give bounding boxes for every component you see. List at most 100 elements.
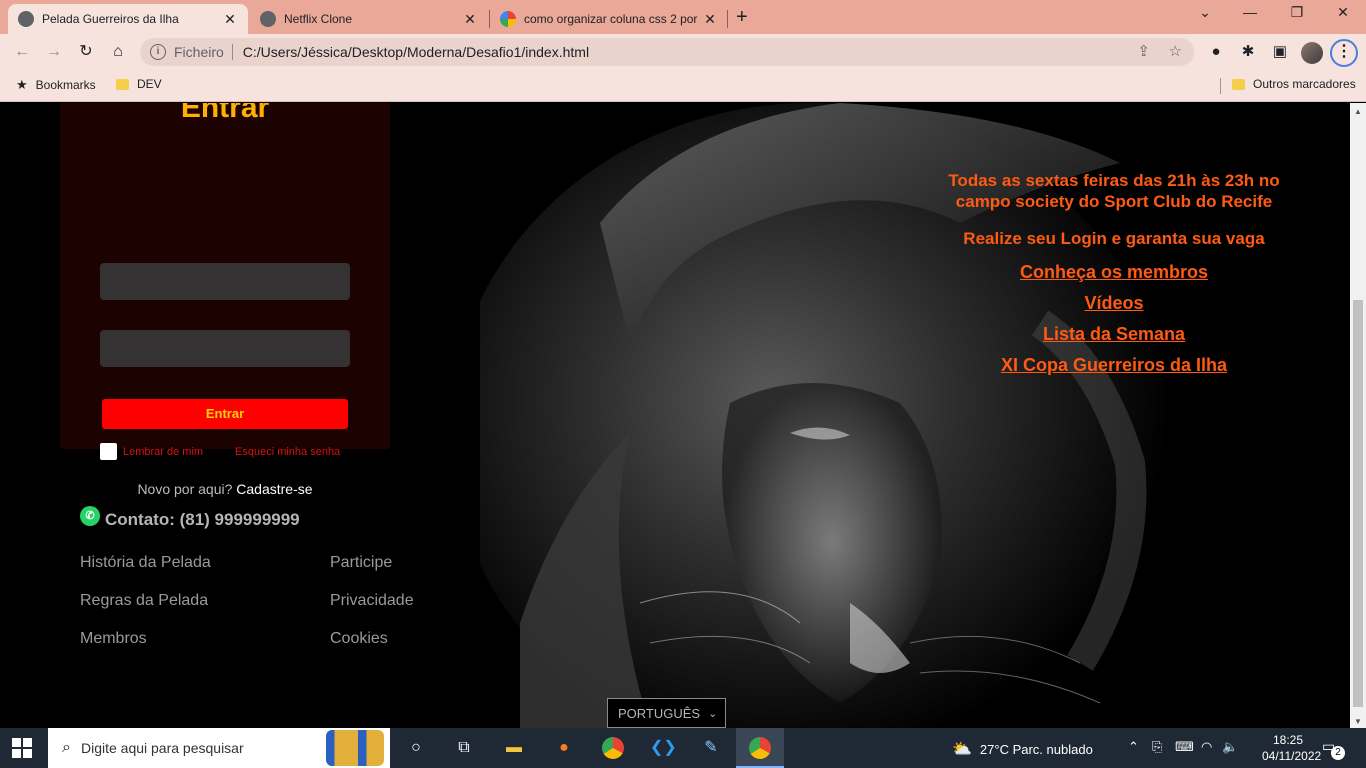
contact-line: ✆ Contato: (81) 999999999	[80, 506, 300, 530]
clock-date: 04/11/2022	[1262, 749, 1322, 763]
tab-title: como organizar coluna css 2 por	[524, 12, 698, 26]
chrome-icon	[749, 737, 771, 759]
notification-badge: 2	[1331, 746, 1345, 760]
google-icon	[500, 11, 516, 27]
link-cup[interactable]: XI Copa Guerreiros da Ilha	[944, 350, 1284, 381]
chevron-up-icon[interactable]: ⌃	[1128, 739, 1139, 755]
browser-toolbar: ← → ↻ ⌂ i Ficheiro C:/Users/Jéssica/Desk…	[0, 34, 1366, 70]
search-highlight-image[interactable]	[326, 730, 384, 766]
wifi-icon[interactable]: ◠	[1201, 739, 1212, 755]
keyboard-icon[interactable]: ⌨	[1175, 739, 1194, 755]
tab-title: Netflix Clone	[284, 12, 353, 26]
weather-widget[interactable]: ⛅ 27°C Parc. nublado	[952, 739, 1093, 759]
new-tab-button[interactable]: +	[736, 6, 748, 29]
close-tab-icon[interactable]: ✕	[702, 11, 718, 28]
link-week-list[interactable]: Lista da Semana	[944, 319, 1284, 350]
remember-me[interactable]: Lembrar de mim	[100, 443, 203, 460]
page-scrollbar[interactable]: ▲ ▼	[1350, 103, 1366, 728]
page-viewport: Entrar Entrar Lembrar de mim Esqueci min…	[0, 103, 1350, 728]
tab-netflix[interactable]: Netflix Clone ✕	[250, 4, 488, 34]
minimize-icon[interactable]: —	[1230, 4, 1270, 20]
paint-icon[interactable]: ✎	[699, 736, 723, 760]
back-icon[interactable]: ←	[10, 40, 34, 64]
signup-prefix: Novo por aqui?	[137, 481, 233, 497]
login-cta: Realize seu Login e garanta sua vaga	[963, 229, 1265, 248]
bookmark-label: DEV	[137, 77, 162, 91]
folder-icon	[116, 78, 129, 90]
tab-strip: Pelada Guerreiros da Ilha ✕ Netflix Clon…	[0, 0, 1366, 34]
firefox-icon[interactable]: ●	[552, 736, 576, 760]
bookmark-other[interactable]: Outros marcadores	[1232, 77, 1356, 91]
profile-avatar[interactable]	[1301, 42, 1323, 64]
close-tab-icon[interactable]: ✕	[462, 11, 478, 28]
remember-label: Lembrar de mim	[123, 445, 204, 458]
whatsapp-icon[interactable]: ✆	[80, 506, 100, 526]
cortana-icon[interactable]: ○	[404, 736, 428, 760]
footer-link-cookies[interactable]: Cookies	[330, 630, 388, 648]
footer-link-participate[interactable]: Participe	[330, 554, 392, 572]
meet-icon[interactable]: ⎘	[1152, 739, 1162, 755]
link-members[interactable]: Conheça os membros	[944, 257, 1284, 288]
login-title: Entrar	[180, 103, 270, 124]
bookmark-bookmarks[interactable]: ★ Bookmarks	[16, 77, 96, 93]
browser-menu-icon[interactable]: ⋮	[1330, 39, 1358, 67]
remember-checkbox[interactable]	[100, 443, 117, 460]
tab-search-icon[interactable]: ⌄	[1185, 4, 1225, 21]
scroll-up-icon[interactable]: ▲	[1354, 107, 1362, 116]
link-videos[interactable]: Vídeos	[944, 288, 1284, 319]
chrome-icon[interactable]	[601, 736, 625, 760]
info-icon[interactable]: i	[150, 44, 166, 60]
bookmarks-bar: ★ Bookmarks DEV Outros marcadores	[0, 70, 1366, 102]
reload-icon[interactable]: ↻	[74, 40, 98, 64]
language-select[interactable]: PORTUGUÊS ⌄	[607, 698, 726, 728]
password-field[interactable]	[100, 330, 350, 367]
globe-icon	[18, 11, 34, 27]
close-tab-icon[interactable]: ✕	[222, 11, 238, 28]
forward-icon[interactable]: →	[42, 40, 66, 64]
username-field[interactable]	[100, 263, 350, 300]
vscode-icon[interactable]: ❮❯	[650, 736, 677, 760]
tab-google-search[interactable]: como organizar coluna css 2 por ✕	[490, 4, 728, 34]
bookmark-label: Bookmarks	[35, 78, 96, 92]
file-explorer-icon[interactable]: ▬	[502, 736, 526, 760]
scroll-down-icon[interactable]: ▼	[1354, 717, 1362, 726]
task-view-icon[interactable]: ⧉	[452, 736, 476, 760]
tab-divider	[727, 10, 728, 28]
star-icon: ★	[16, 77, 28, 92]
url-text[interactable]: C:/Users/Jéssica/Desktop/Moderna/Desafio…	[243, 44, 589, 60]
clock-time: 18:25	[1272, 733, 1304, 747]
search-icon: ⌕	[62, 739, 71, 756]
weather-text: 27°C Parc. nublado	[979, 741, 1093, 757]
bookmark-dev[interactable]: DEV	[116, 77, 162, 91]
notification-icon[interactable]: ▭ 2	[1322, 738, 1345, 760]
chevron-down-icon: ⌄	[708, 707, 718, 720]
bookmark-star-icon[interactable]: ☆	[1169, 42, 1182, 60]
footer-link-privacy[interactable]: Privacidade	[330, 592, 414, 610]
windows-start-icon[interactable]	[12, 738, 32, 758]
footer-link-rules[interactable]: Regras da Pelada	[80, 592, 208, 610]
signup-link[interactable]: Cadastre-se	[236, 481, 312, 497]
login-button[interactable]: Entrar	[102, 399, 348, 429]
footer-link-history[interactable]: História da Pelada	[80, 554, 211, 572]
contact-text: Contato: (81) 999999999	[105, 510, 300, 529]
volume-icon[interactable]: 🔈	[1222, 739, 1238, 755]
home-icon[interactable]: ⌂	[106, 40, 130, 64]
partly-cloudy-icon: ⛅	[952, 741, 972, 758]
taskbar-search[interactable]: ⌕ Digite aqui para pesquisar	[48, 728, 390, 768]
system-clock[interactable]: 18:25 04/11/2022	[1262, 732, 1322, 764]
taskbar: ⌕ Digite aqui para pesquisar ○ ⧉ ▬ ● ❮❯ …	[0, 728, 1366, 768]
share-icon[interactable]: ⇪	[1137, 42, 1150, 60]
close-window-icon[interactable]: ✕	[1323, 4, 1363, 21]
address-divider	[231, 44, 233, 60]
info-panel: Todas as sextas feiras das 21h às 23h no…	[944, 170, 1284, 381]
side-panel-icon[interactable]: ▣	[1270, 42, 1290, 62]
footer-link-members[interactable]: Membros	[80, 630, 147, 648]
scrollbar-thumb[interactable]	[1353, 300, 1363, 707]
forgot-password-link[interactable]: Esqueci minha senha	[235, 446, 340, 458]
address-bar[interactable]: i Ficheiro C:/Users/Jéssica/Desktop/Mode…	[140, 38, 1194, 66]
extension-icon[interactable]: ●	[1206, 42, 1226, 62]
restore-icon[interactable]: ❐	[1277, 4, 1317, 21]
chrome-active-window[interactable]	[736, 728, 784, 768]
puzzle-icon[interactable]: ✱	[1238, 42, 1258, 62]
tab-pelada[interactable]: Pelada Guerreiros da Ilha ✕	[8, 4, 248, 34]
